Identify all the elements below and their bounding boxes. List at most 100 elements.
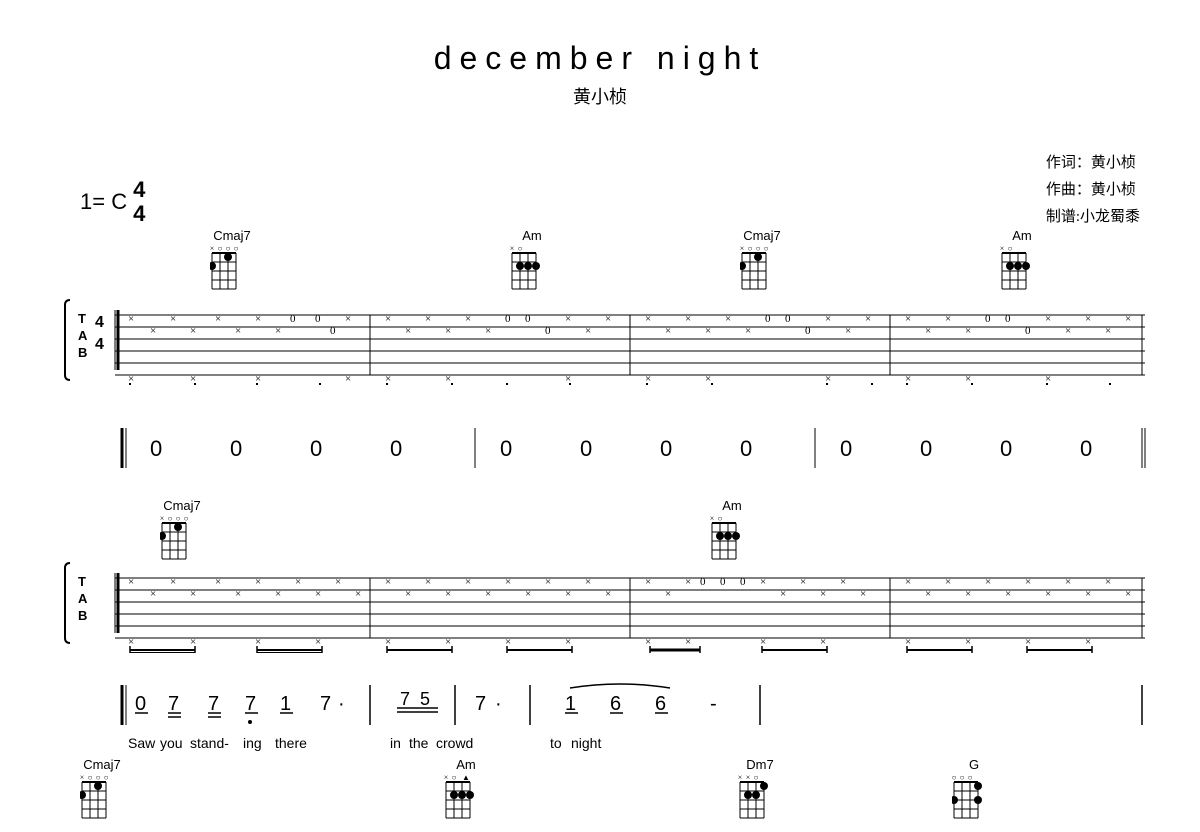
svg-text:×: × bbox=[150, 325, 156, 337]
key-signature: 1= C 4 4 bbox=[80, 178, 145, 226]
svg-text:0: 0 bbox=[505, 313, 511, 325]
svg-text:×: × bbox=[190, 588, 196, 600]
svg-text:0: 0 bbox=[920, 436, 932, 461]
svg-text:0: 0 bbox=[1080, 436, 1092, 461]
svg-text:the: the bbox=[409, 735, 429, 751]
svg-text:×: × bbox=[740, 244, 744, 253]
svg-text:×: × bbox=[1125, 313, 1131, 325]
svg-text:×: × bbox=[210, 244, 214, 253]
svg-text:×: × bbox=[355, 588, 361, 600]
tab-staff-svg-1: T A B 4 4 × × × × bbox=[60, 295, 1150, 385]
svg-text:×: × bbox=[1025, 576, 1031, 588]
svg-text:×: × bbox=[128, 576, 134, 588]
chord-name: Cmaj7 bbox=[210, 228, 254, 243]
svg-text:○: ○ bbox=[518, 244, 523, 253]
svg-text:×: × bbox=[565, 588, 571, 600]
svg-text:×: × bbox=[385, 636, 391, 648]
svg-text:×: × bbox=[445, 373, 451, 385]
svg-text:×: × bbox=[685, 636, 691, 648]
svg-text:×: × bbox=[965, 636, 971, 648]
svg-text:0: 0 bbox=[1000, 436, 1012, 461]
chord-cmaj7-1: Cmaj7 × ○ ○ ○ bbox=[210, 228, 254, 296]
svg-text:×: × bbox=[825, 373, 831, 385]
svg-text:×: × bbox=[505, 576, 511, 588]
svg-text:○: ○ bbox=[168, 514, 173, 523]
chord-diagram-svg: × ○ bbox=[710, 513, 754, 561]
svg-text:×: × bbox=[170, 576, 176, 588]
svg-text:×: × bbox=[1045, 588, 1051, 600]
svg-text:×: × bbox=[965, 373, 971, 385]
chord-cmaj7-bottom: Cmaj7 × ○ ○ ○ bbox=[80, 757, 124, 820]
svg-text:×: × bbox=[820, 588, 826, 600]
svg-text:0: 0 bbox=[785, 313, 791, 325]
svg-text:×: × bbox=[485, 588, 491, 600]
svg-text:×: × bbox=[585, 325, 591, 337]
svg-text:×: × bbox=[865, 313, 871, 325]
svg-text:×: × bbox=[645, 373, 651, 385]
svg-text:0: 0 bbox=[1005, 313, 1011, 325]
svg-text:×: × bbox=[255, 636, 261, 648]
svg-text:○: ○ bbox=[96, 773, 101, 782]
svg-text:1: 1 bbox=[565, 693, 576, 715]
svg-text:0: 0 bbox=[500, 436, 512, 461]
svg-text:×: × bbox=[1065, 576, 1071, 588]
svg-text:×: × bbox=[505, 636, 511, 648]
svg-text:0: 0 bbox=[330, 325, 336, 337]
svg-text:you: you bbox=[160, 735, 183, 751]
svg-text:-: - bbox=[710, 693, 717, 715]
svg-text:○: ○ bbox=[176, 514, 181, 523]
svg-text:○: ○ bbox=[756, 244, 761, 253]
svg-text:0: 0 bbox=[740, 576, 746, 588]
svg-text:×: × bbox=[1065, 325, 1071, 337]
svg-text:○: ○ bbox=[718, 514, 723, 523]
svg-text:×: × bbox=[985, 576, 991, 588]
chord-name: Am bbox=[1000, 228, 1044, 243]
svg-text:○: ○ bbox=[968, 773, 973, 782]
svg-text:×: × bbox=[565, 636, 571, 648]
svg-text:×: × bbox=[1085, 636, 1091, 648]
composer-line: 作曲：黄小桢 bbox=[1046, 177, 1140, 204]
svg-text:○: ○ bbox=[764, 244, 769, 253]
svg-text:0: 0 bbox=[805, 325, 811, 337]
svg-text:×: × bbox=[425, 576, 431, 588]
svg-text:×: × bbox=[565, 313, 571, 325]
svg-text:×: × bbox=[235, 588, 241, 600]
svg-text:×: × bbox=[738, 773, 742, 782]
svg-text:0: 0 bbox=[840, 436, 852, 461]
svg-text:crowd: crowd bbox=[436, 735, 473, 751]
svg-text:○: ○ bbox=[218, 244, 223, 253]
svg-text:×: × bbox=[255, 313, 261, 325]
svg-text:×: × bbox=[905, 313, 911, 325]
svg-text:×: × bbox=[780, 588, 786, 600]
svg-text:×: × bbox=[760, 576, 766, 588]
chord-svg: × ○ ○ ○ bbox=[80, 772, 124, 820]
svg-text:×: × bbox=[605, 588, 611, 600]
svg-text:×: × bbox=[315, 636, 321, 648]
svg-text:×: × bbox=[425, 313, 431, 325]
svg-text:0: 0 bbox=[230, 436, 242, 461]
svg-text:○: ○ bbox=[748, 244, 753, 253]
key-text: 1= C bbox=[80, 189, 127, 215]
svg-text:×: × bbox=[445, 325, 451, 337]
svg-text:0: 0 bbox=[740, 436, 752, 461]
chord-diagram-svg: × ○ bbox=[510, 243, 554, 291]
chord-diagram-svg: × ○ bbox=[1000, 243, 1044, 291]
svg-text:×: × bbox=[215, 576, 221, 588]
chord-diagram-svg: × ○ ○ ○ bbox=[740, 243, 784, 291]
svg-text:×: × bbox=[925, 325, 931, 337]
svg-text:×: × bbox=[1045, 313, 1051, 325]
svg-text:×: × bbox=[160, 514, 164, 523]
song-artist: 黄小桢 bbox=[0, 83, 1200, 109]
svg-text:×: × bbox=[705, 373, 711, 385]
svg-text:×: × bbox=[945, 313, 951, 325]
svg-text:×: × bbox=[710, 514, 714, 523]
svg-text:0: 0 bbox=[310, 436, 322, 461]
svg-text:0: 0 bbox=[1025, 325, 1031, 337]
chord-label: Dm7 bbox=[746, 757, 773, 772]
svg-text:×: × bbox=[190, 325, 196, 337]
svg-text:×: × bbox=[905, 373, 911, 385]
svg-text:0: 0 bbox=[700, 576, 706, 588]
svg-text:×: × bbox=[525, 588, 531, 600]
svg-text:○: ○ bbox=[184, 514, 189, 523]
arranger-line: 制谱:小龙蜀黍 bbox=[1046, 204, 1140, 231]
